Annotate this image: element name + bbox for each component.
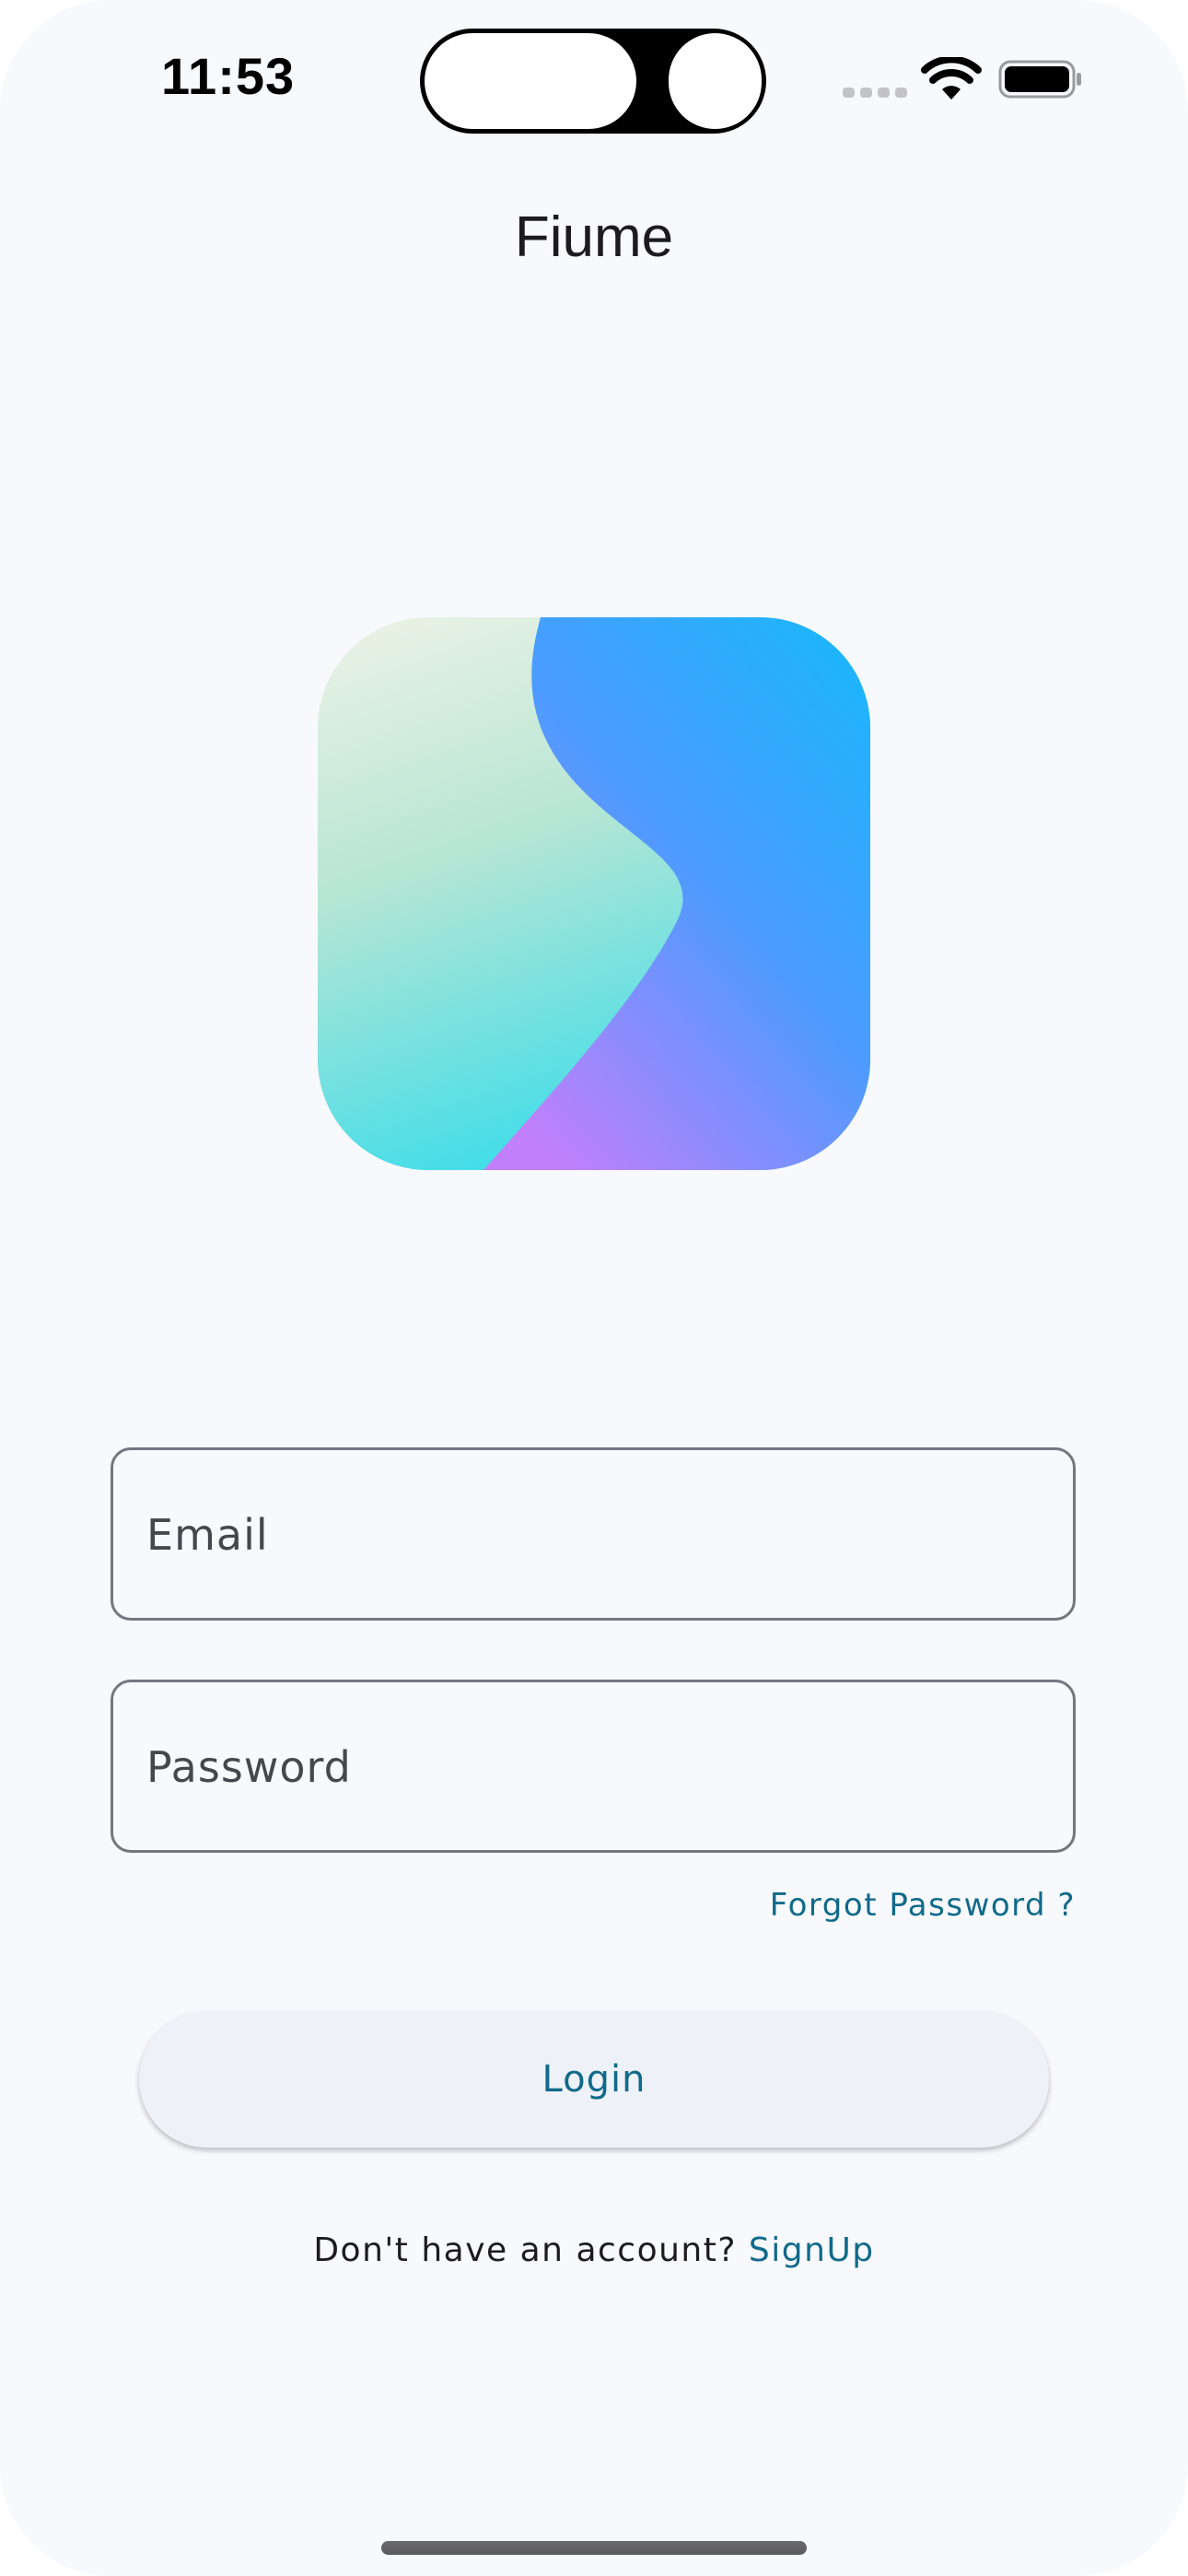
forgot-password-link[interactable]: Forgot Password ? xyxy=(770,1887,1076,1924)
app-screen: 11:53 Fiume Email Forgot Password ? Logi… xyxy=(0,0,1188,2576)
dynamic-island xyxy=(420,29,766,134)
password-field[interactable] xyxy=(111,1680,1076,1853)
email-field[interactable] xyxy=(111,1447,1076,1621)
app-title: Fiume xyxy=(514,205,674,269)
signal-bar xyxy=(895,88,907,98)
signup-prompt-line: Don't have an account? SignUp xyxy=(0,2231,1188,2269)
login-button[interactable]: Login xyxy=(139,2011,1049,2148)
wifi-icon xyxy=(921,57,982,100)
home-indicator[interactable] xyxy=(381,2541,807,2555)
password-input[interactable] xyxy=(145,1682,1032,1852)
cellular-signal-icon xyxy=(843,88,907,100)
signup-prompt-text: Don't have an account? xyxy=(313,2231,737,2269)
signal-bar xyxy=(878,88,890,98)
dynamic-island-dot xyxy=(669,33,762,129)
signal-bar xyxy=(860,88,872,98)
battery-icon xyxy=(998,60,1081,99)
status-time: 11:53 xyxy=(161,47,296,105)
signal-bar xyxy=(843,88,855,98)
signup-link[interactable]: SignUp xyxy=(749,2231,875,2269)
email-input[interactable] xyxy=(145,1450,1032,1620)
dynamic-island-pill xyxy=(425,33,636,129)
fiume-logo xyxy=(318,617,870,1170)
